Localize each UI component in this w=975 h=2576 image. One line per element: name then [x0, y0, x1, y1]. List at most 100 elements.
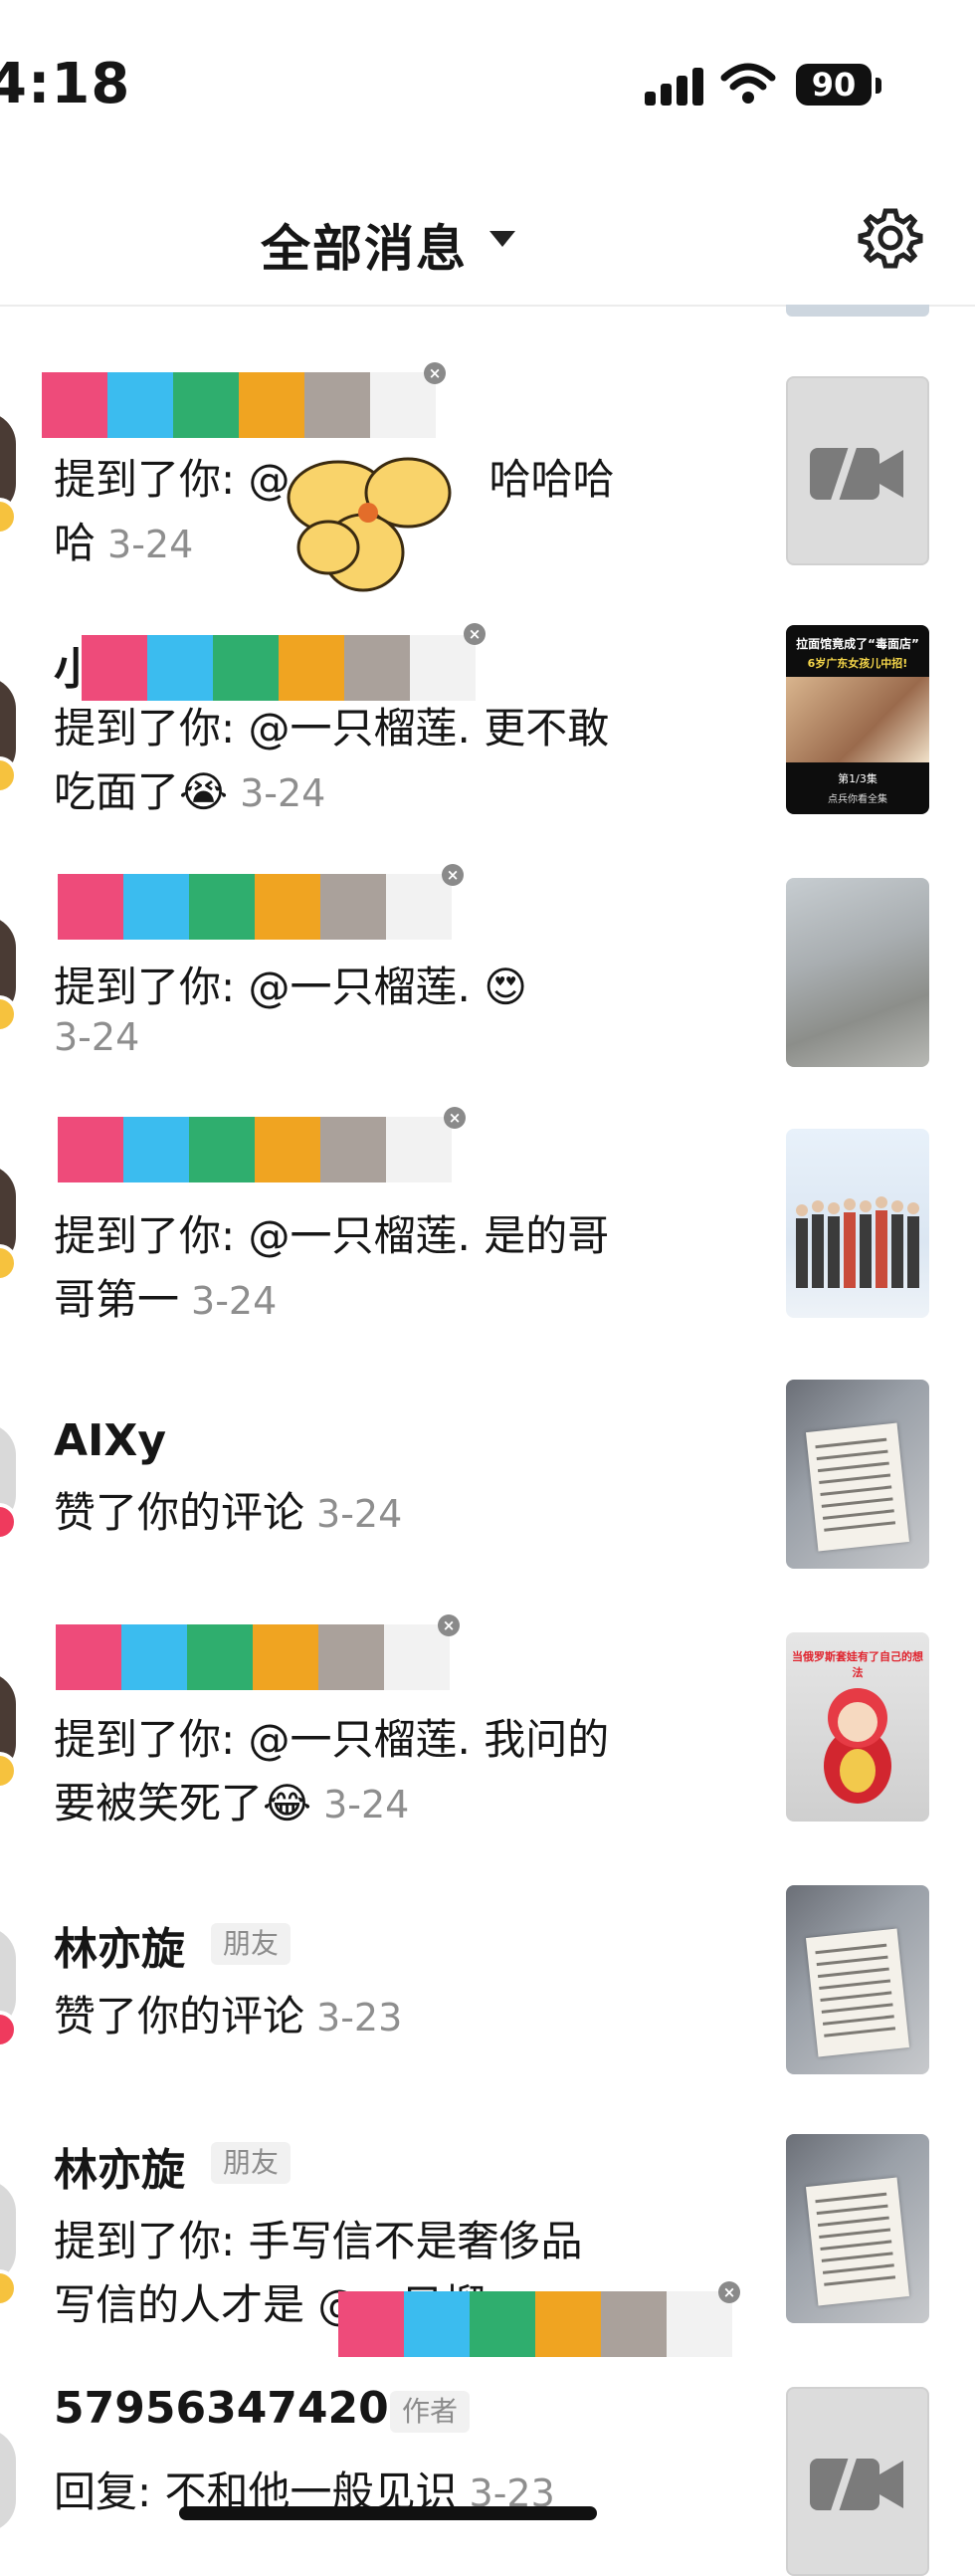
- friend-tag: 朋友: [211, 1923, 292, 1965]
- list-item[interactable]: × 提到了你: @一只榴莲. 我问的 要被笑死了😂 3-24 当俄罗斯套娃有了自己…: [0, 1612, 975, 1851]
- battery-tip: [876, 78, 881, 94]
- censor-stripe: [385, 874, 452, 940]
- letter-photo-thumbnail[interactable]: [786, 1885, 929, 2074]
- censor-stripe: [56, 1624, 121, 1690]
- censor-stripe: [534, 2291, 601, 2357]
- mention-badge: [0, 756, 18, 794]
- censor-stripe: [212, 635, 279, 701]
- mention-badge: [0, 1752, 18, 1790]
- censor-stripe: [343, 635, 410, 701]
- censor-stripe: [188, 1117, 255, 1182]
- avatar[interactable]: [0, 2429, 16, 2532]
- list-item[interactable]: × 提到了你: @一只榴莲. 是的哥 哥第一 3-24: [0, 1105, 975, 1344]
- thumbnail-episode: 第1/3集: [838, 772, 878, 785]
- censor-stripe: [238, 372, 304, 438]
- doll-thumbnail[interactable]: 当俄罗斯套娃有了自己的想法: [786, 1632, 929, 1822]
- message-text: 提到了你: @一只榴莲. 😍: [54, 963, 527, 1011]
- page-title[interactable]: 全部消息: [261, 209, 468, 281]
- username: 林亦旋: [54, 2145, 185, 2196]
- close-icon: ×: [464, 623, 486, 645]
- censor-stripe: [58, 874, 123, 940]
- flower-sticker-icon: [287, 457, 452, 592]
- letter-photo-thumbnail[interactable]: [786, 2134, 929, 2323]
- list-item[interactable]: 林亦旋 朋友 提到了你: 手写信不是奢侈品 写信的人才是 @一只榴 ×: [0, 2120, 975, 2357]
- censor-bar: [338, 2291, 732, 2357]
- close-icon: ×: [438, 1614, 460, 1636]
- paper-sheet: [805, 2177, 910, 2306]
- list-item[interactable]: 小 × 提到了你: @一只榴莲. 更不敢 吃面了😭 3-24 拉面馆竟成了“毒面店…: [0, 597, 975, 836]
- previous-item-thumbnail[interactable]: [786, 305, 929, 317]
- censor-stripe: [383, 1624, 450, 1690]
- home-indicator[interactable]: [179, 2506, 597, 2520]
- list-item[interactable]: × 提到了你: @ 哈哈哈 哈 3-24: [0, 328, 975, 592]
- message-text: 提到了你: @一只榴莲. 我问的 要被笑死了😂 3-24: [54, 1715, 610, 1827]
- censor-stripe: [252, 1624, 318, 1690]
- close-icon: ×: [442, 864, 464, 886]
- people-figures: [796, 1196, 919, 1288]
- battery-indicator: 90: [796, 64, 872, 106]
- censor-stripe: [319, 874, 386, 940]
- friend-tag: 朋友: [211, 2142, 292, 2184]
- censor-stripe: [403, 2291, 470, 2357]
- censor-stripe: [319, 1117, 386, 1182]
- censor-stripe: [338, 2291, 404, 2357]
- thumbnail-image: [786, 677, 929, 762]
- status-time: 4:18: [0, 52, 131, 116]
- censor-stripe: [385, 1117, 452, 1182]
- photo-thumbnail[interactable]: [786, 878, 929, 1067]
- video-thumbnail[interactable]: 拉面馆竟成了“毒面店” 6岁广东女孩儿中招! 第1/3集 点兵你看全集: [786, 625, 929, 814]
- close-icon: ×: [424, 362, 446, 384]
- video-off-icon: [810, 442, 903, 506]
- censor-bar: [82, 635, 476, 701]
- thumbnail-title: 拉面馆竟成了“毒面店”: [796, 637, 919, 651]
- message-text: 赞了你的评论 3-24: [54, 1488, 403, 1537]
- status-bar: 4:18 90: [0, 0, 975, 169]
- mention-badge: [0, 1244, 18, 1282]
- wifi-icon: [720, 63, 776, 104]
- list-item[interactable]: × 提到了你: @一只榴莲. 😍 3-24: [0, 856, 975, 1075]
- video-placeholder-thumbnail[interactable]: [786, 2387, 929, 2576]
- avatar[interactable]: [0, 2180, 16, 2283]
- censor-bar: [42, 372, 436, 438]
- message-date: 3-24: [54, 1015, 140, 1059]
- thumbnail-subtitle: 6岁广东女孩儿中招!: [807, 657, 908, 670]
- message-text: 赞了你的评论 3-23: [54, 1992, 403, 2040]
- mention-badge: [0, 498, 18, 536]
- author-tag: 作者: [390, 2391, 471, 2433]
- gear-icon[interactable]: [858, 205, 923, 271]
- list-item[interactable]: AIXy 赞了你的评论 3-24: [0, 1364, 975, 1593]
- message-text: 提到了你: @一只榴莲. 更不敢 吃面了😭 3-24: [54, 704, 610, 816]
- list-item[interactable]: 林亦旋 朋友 赞了你的评论 3-23: [0, 1871, 975, 2100]
- group-photo-thumbnail[interactable]: [786, 1129, 929, 1318]
- censor-bar: [58, 874, 452, 940]
- message-text: 提到了你: @一只榴莲. 是的哥 哥第一 3-24: [54, 1211, 610, 1324]
- like-badge: [0, 2011, 18, 2048]
- video-placeholder-thumbnail[interactable]: [786, 376, 929, 565]
- close-icon: ×: [718, 2281, 740, 2303]
- paper-sheet: [805, 1928, 910, 2057]
- username: 57956347420: [54, 2383, 389, 2434]
- username: 林亦旋: [54, 1924, 185, 1975]
- username: AIXy: [54, 1415, 167, 1466]
- censor-stripe: [469, 2291, 535, 2357]
- censor-stripe: [122, 1117, 189, 1182]
- censor-stripe: [254, 874, 320, 940]
- censor-stripe: [369, 372, 436, 438]
- mention-badge: [0, 995, 18, 1033]
- censor-stripe: [600, 2291, 667, 2357]
- censor-stripe: [122, 874, 189, 940]
- censor-stripe: [409, 635, 476, 701]
- video-off-icon: [810, 2453, 903, 2516]
- censor-stripe: [278, 635, 344, 701]
- censor-stripe: [172, 372, 239, 438]
- censor-stripe: [303, 372, 370, 438]
- censor-stripe: [42, 372, 107, 438]
- censor-stripe: [58, 1117, 123, 1182]
- letter-photo-thumbnail[interactable]: [786, 1380, 929, 1569]
- paper-sheet: [805, 1422, 910, 1552]
- censor-stripe: [82, 635, 147, 701]
- cellular-signal-icon: [645, 66, 708, 106]
- caret-down-icon[interactable]: [489, 231, 515, 247]
- censor-stripe: [106, 372, 173, 438]
- censor-stripe: [317, 1624, 384, 1690]
